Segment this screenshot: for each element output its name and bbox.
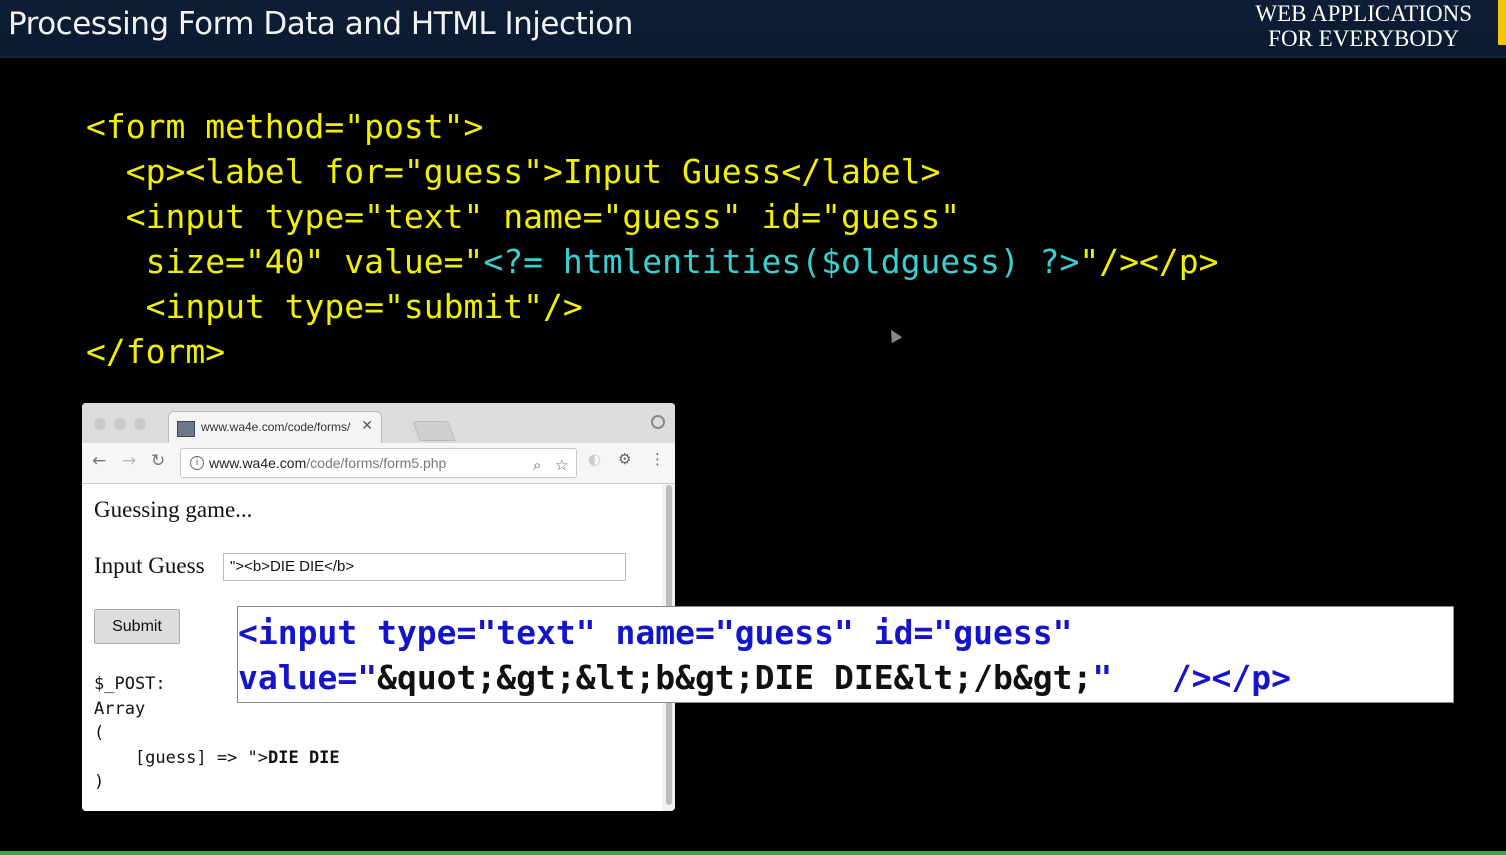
- new-tab-button[interactable]: [412, 421, 456, 441]
- settings-gear-icon[interactable]: ⚙: [618, 450, 631, 468]
- reload-icon[interactable]: ↻: [151, 451, 165, 471]
- page-heading: Guessing game...: [94, 497, 253, 522]
- url-text: www.wa4e.com/code/forms/form5.php: [209, 455, 446, 471]
- code-line: <form method="post">: [86, 107, 484, 146]
- browser-tab[interactable]: www.wa4e.com/code/forms/fo ✕: [168, 411, 382, 444]
- tab-close-icon[interactable]: ✕: [361, 418, 373, 434]
- extension-icon[interactable]: ◐: [588, 450, 601, 468]
- slide-title: Processing Form Data and HTML Injection: [8, 6, 633, 42]
- browser-toolbar: ← → ↻ i www.wa4e.com/code/forms/form5.ph…: [82, 443, 675, 484]
- bottom-accent-line: [0, 851, 1506, 855]
- code-line: <input type="submit"/>: [86, 287, 583, 326]
- info-icon[interactable]: i: [190, 456, 204, 470]
- forward-arrow-icon[interactable]: →: [122, 451, 136, 471]
- url-host: www.wa4e.com: [209, 455, 307, 471]
- callout-line-1: <input type="text" name="guess" id="gues…: [238, 613, 1073, 652]
- window-minimize-button[interactable]: [114, 418, 126, 430]
- dump-line: ): [94, 772, 105, 792]
- url-path: /code/forms/form5.php: [306, 455, 447, 471]
- course-brand: WEB APPLICATIONS FOR EVERYBODY: [1255, 1, 1472, 51]
- code-line: size="40" value=": [86, 242, 484, 281]
- bookmark-star-icon[interactable]: ☆: [555, 456, 568, 474]
- brand-edge-mark: [1498, 0, 1506, 45]
- back-arrow-icon[interactable]: ←: [92, 451, 106, 471]
- guess-input[interactable]: "><b>DIE DIE</b>: [223, 553, 626, 581]
- slide-header: Processing Form Data and HTML Injection …: [0, 0, 1506, 58]
- escaped-output-callout: <input type="text" name="guess" id="gues…: [237, 606, 1454, 703]
- favicon-icon: [177, 421, 195, 437]
- menu-kebab-icon[interactable]: ⋮: [650, 450, 665, 468]
- callout-line-2-end: " /></p>: [1092, 658, 1292, 697]
- dump-line: Array: [94, 698, 146, 719]
- profile-icon[interactable]: [651, 415, 665, 429]
- browser-tab-bar: www.wa4e.com/code/forms/fo ✕: [82, 403, 675, 444]
- zoom-icon[interactable]: ⌕: [533, 456, 541, 474]
- code-line-end: "/></p>: [1079, 242, 1219, 281]
- window-close-button[interactable]: [94, 418, 106, 430]
- dump-bold-value: DIE DIE: [268, 747, 340, 768]
- code-block: <form method="post"> <p><label for="gues…: [86, 104, 1218, 374]
- code-line: </form>: [86, 332, 226, 371]
- dump-line: [guess] => ">: [94, 747, 268, 768]
- callout-line-2-start: value=": [238, 658, 378, 697]
- submit-button[interactable]: Submit: [94, 609, 180, 644]
- code-line: <input type="text" name="guess" id="gues…: [86, 197, 961, 236]
- escaped-entities: &quot;&gt;&lt;b&gt;DIE DIE&lt;/b&gt;: [377, 658, 1093, 697]
- brand-line-2: FOR EVERYBODY: [1268, 26, 1460, 51]
- php-echo-snippet: <?= htmlentities($oldguess) ?>: [483, 242, 1080, 281]
- tab-title: www.wa4e.com/code/forms/fo: [201, 420, 351, 434]
- dump-line: $_POST:: [94, 674, 166, 694]
- dump-line: (: [94, 723, 105, 743]
- window-zoom-button[interactable]: [134, 418, 146, 430]
- guess-label: Input Guess: [94, 553, 205, 578]
- code-line: <p><label for="guess">Input Guess</label…: [86, 152, 941, 191]
- address-bar[interactable]: i www.wa4e.com/code/forms/form5.php ⌕ ☆: [180, 448, 577, 478]
- brand-line-1: WEB APPLICATIONS: [1255, 1, 1472, 26]
- callout-code: <input type="text" name="guess" id="gues…: [238, 610, 1291, 700]
